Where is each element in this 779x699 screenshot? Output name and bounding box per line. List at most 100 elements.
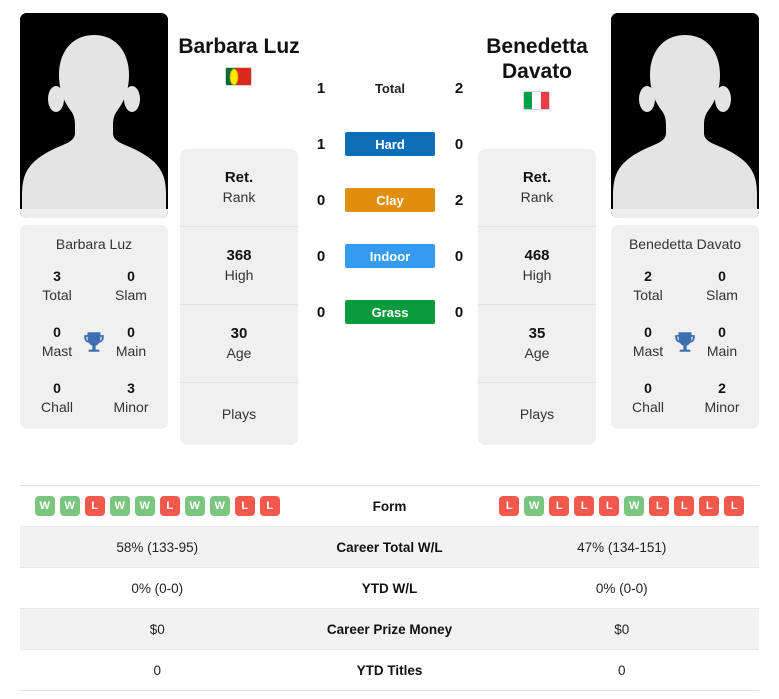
titles-chall-label: Chall xyxy=(632,399,664,415)
rank-cell-age: 35 Age xyxy=(478,305,596,383)
form-badge-loss: L xyxy=(234,496,255,516)
form-badge-loss: L xyxy=(649,496,670,516)
rank-cell-high: 368 High xyxy=(180,227,298,305)
h2h-surface-bar-clay[interactable]: Clay xyxy=(345,188,435,212)
rank-cell-rank: Ret. Rank xyxy=(180,149,298,227)
avatar-left[interactable] xyxy=(20,13,168,218)
trophy-icon xyxy=(84,332,104,352)
titles-minor-label: Minor xyxy=(113,399,149,415)
rank-label: Rank xyxy=(222,189,256,205)
h2h-row-hard: 1 Hard 0 xyxy=(305,116,475,172)
form-badge-win: W xyxy=(134,496,155,516)
rank-cell-plays: Plays xyxy=(478,383,596,445)
form-badge-win: W xyxy=(59,496,80,516)
rank-cell-rank: Ret. Rank xyxy=(478,149,596,227)
form-badge-win: W xyxy=(524,496,545,516)
form-right: LWLLLWLLLL xyxy=(485,496,760,516)
titles-minor-value: 2 xyxy=(718,380,726,396)
form-strip-left: WWLWWLWWLL xyxy=(20,496,295,516)
form-badge-win: W xyxy=(624,496,645,516)
form-badge-win: W xyxy=(109,496,130,516)
career-wl-right: 47% (134-151) xyxy=(577,539,667,555)
avatar-right[interactable] xyxy=(611,13,759,218)
italy-flag-icon xyxy=(523,91,550,110)
career-wl-left: 58% (133-95) xyxy=(116,539,199,555)
rank-cell-age: 30 Age xyxy=(180,305,298,383)
titles-slam-value: 0 xyxy=(127,268,135,284)
player-name-right-line1: Benedetta xyxy=(486,35,588,58)
h2h-right-score: 0 xyxy=(454,135,464,153)
titles-chall-label: Chall xyxy=(41,399,73,415)
player-avatar-silhouette-icon xyxy=(20,13,168,218)
table-row-ytd-wl: 0% (0-0) YTD W/L 0% (0-0) xyxy=(20,568,759,609)
form-badge-loss: L xyxy=(259,496,280,516)
form-badge-loss: L xyxy=(499,496,520,516)
titles-card-player-name: Barbara Luz xyxy=(55,236,133,252)
rank-value: Ret. xyxy=(224,169,254,186)
ytd-titles-left: 0 xyxy=(153,662,161,678)
form-badge-loss: L xyxy=(549,496,570,516)
titles-main-label: Main xyxy=(115,343,147,359)
age-value: 30 xyxy=(230,325,248,342)
high-label: High xyxy=(224,267,254,283)
rank-card-right: Ret. Rank 468 High 35 Age Plays xyxy=(478,149,596,445)
player-avatar-silhouette-icon xyxy=(611,13,759,218)
player-name-left: Barbara Luz xyxy=(178,35,300,58)
titles-chall: 0 Chall xyxy=(20,379,94,417)
form-badge-loss: L xyxy=(699,496,720,516)
titles-slam-label: Slam xyxy=(706,287,738,303)
titles-card-player-name: Benedetta Davato xyxy=(628,236,742,252)
plays-label: Plays xyxy=(221,405,257,422)
head-to-head-column: 1 Total 2 1 Hard 0 0 Clay 2 0 Indoor 0 0… xyxy=(305,60,475,340)
titles-mast-label: Mast xyxy=(632,343,664,359)
career-prize-right: $0 xyxy=(614,621,630,637)
player-comparison-panel: Barbara Luz Benedetta Davato 1 Total 2 1… xyxy=(0,0,779,691)
titles-slam-value: 0 xyxy=(718,268,726,284)
titles-total: 3 Total xyxy=(20,267,94,305)
form-left: WWLWWLWWLL xyxy=(20,496,295,516)
h2h-surface-bar-indoor[interactable]: Indoor xyxy=(345,244,435,268)
high-value: 368 xyxy=(226,247,252,264)
h2h-surface-bar-hard[interactable]: Hard xyxy=(345,132,435,156)
h2h-left-score: 0 xyxy=(316,247,326,265)
form-badge-win: W xyxy=(184,496,205,516)
high-label: High xyxy=(522,267,552,283)
titles-minor-label: Minor xyxy=(704,399,740,415)
titles-minor: 3 Minor xyxy=(94,379,168,417)
form-badge-loss: L xyxy=(674,496,695,516)
form-badge-win: W xyxy=(34,496,55,516)
form-strip-right: LWLLLWLLLL xyxy=(485,496,760,516)
row-label-ytd-titles: YTD Titles xyxy=(356,662,423,678)
rank-value: Ret. xyxy=(522,169,552,186)
titles-minor-value: 3 xyxy=(127,380,135,396)
h2h-right-score: 2 xyxy=(454,191,464,209)
row-label-form: Form xyxy=(372,498,407,514)
titles-chall-value: 0 xyxy=(53,380,61,396)
titles-slam: 0 Slam xyxy=(685,267,759,305)
titles-grid: 3 Total 0 Slam 0 Mast 0 Main 0 Chall 3 M… xyxy=(20,267,168,417)
trophy-icon xyxy=(675,332,695,352)
h2h-surface-bar-grass[interactable]: Grass xyxy=(345,300,435,324)
h2h-left-score: 0 xyxy=(316,191,326,209)
form-badge-loss: L xyxy=(724,496,745,516)
table-row-career-total-wl: 58% (133-95) Career Total W/L 47% (134-1… xyxy=(20,527,759,568)
titles-total: 2 Total xyxy=(611,267,685,305)
player-name-right-line2: Davato xyxy=(501,60,573,83)
form-badge-loss: L xyxy=(84,496,105,516)
h2h-label-total: Total xyxy=(374,80,406,96)
rank-cell-high: 468 High xyxy=(478,227,596,305)
titles-chall: 0 Chall xyxy=(611,379,685,417)
row-label-career-total-wl: Career Total W/L xyxy=(336,539,443,555)
titles-total-label: Total xyxy=(42,287,72,303)
rank-label: Rank xyxy=(520,189,554,205)
titles-total-label: Total xyxy=(633,287,663,303)
form-badge-win: W xyxy=(209,496,230,516)
h2h-left-score: 1 xyxy=(316,135,326,153)
high-value: 468 xyxy=(524,247,550,264)
age-label: Age xyxy=(226,345,252,361)
titles-chall-value: 0 xyxy=(644,380,652,396)
age-value: 35 xyxy=(528,325,546,342)
comparison-stats-table: WWLWWLWWLL Form LWLLLWLLLL 58% (133-95) … xyxy=(20,485,759,691)
titles-main-value: 0 xyxy=(718,324,726,340)
row-label-ytd-wl: YTD W/L xyxy=(361,580,418,596)
